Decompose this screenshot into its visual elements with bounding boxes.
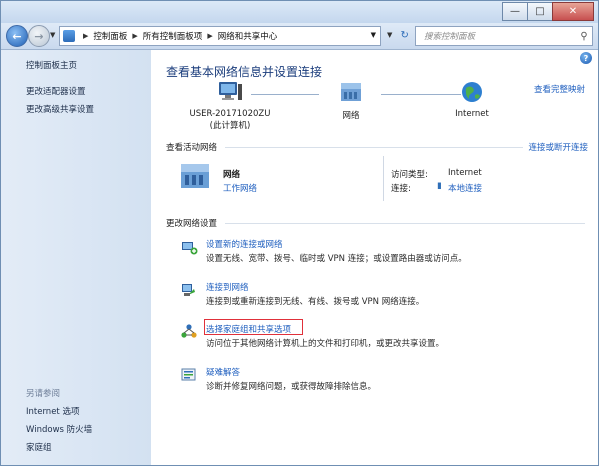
- setup-connection-desc: 设置无线、宽带、拨号、临时或 VPN 连接；或设置路由器或访问点。: [206, 254, 467, 264]
- page-title: 查看基本网络信息并设置连接: [166, 65, 323, 79]
- sidebar-item-home[interactable]: 控制面板主页: [26, 59, 77, 71]
- breadcrumb-item[interactable]: 网络和共享中心: [218, 30, 278, 42]
- network-label: 网络: [342, 111, 360, 121]
- homegroup-sharing-desc: 访问位于其他网络计算机上的文件和打印机，或更改共享设置。: [206, 339, 445, 349]
- troubleshoot-icon: [181, 368, 196, 381]
- computer-icon: [219, 82, 242, 100]
- breadcrumb-item[interactable]: 控制面板: [93, 30, 127, 42]
- maximize-button[interactable]: □: [527, 2, 553, 21]
- title-bar: — □ ✕: [1, 1, 598, 23]
- connections-label: 连接:: [391, 184, 411, 194]
- connect-network-desc: 连接到或重新连接到无线、有线、拨号或 VPN 网络连接。: [206, 297, 425, 307]
- map-node-internet[interactable]: Internet: [447, 80, 497, 119]
- section-divider: [225, 223, 585, 224]
- see-also-heading: 另请参阅: [26, 389, 61, 399]
- arrow-right-icon: →: [34, 29, 44, 43]
- network-type-link[interactable]: 工作网络: [223, 182, 257, 194]
- sidebar: 控制面板主页 更改适配器设置 更改高级共享设置 另请参阅 Internet 选项…: [1, 50, 151, 465]
- window: — □ ✕ ← → ▼ ▶ 控制面板 ▶ 所有控制面板项 ▶ 网络和共享中心 ▼…: [0, 0, 599, 466]
- internet-label: Internet: [455, 109, 489, 119]
- close-button[interactable]: ✕: [552, 2, 594, 21]
- setup-connection-link[interactable]: 设置新的连接或网络: [206, 238, 283, 250]
- network-icon: [341, 83, 361, 101]
- address-history-icon[interactable]: ▼: [387, 31, 392, 39]
- help-icon[interactable]: ?: [580, 52, 592, 64]
- refresh-icon[interactable]: ↻: [401, 30, 409, 41]
- search-box[interactable]: 搜索控制面板 ⚲: [415, 26, 593, 46]
- connection-line: [251, 94, 319, 95]
- window-controls: — □ ✕: [502, 2, 594, 21]
- arrow-left-icon: ←: [12, 29, 22, 43]
- homegroup-icon: [181, 324, 197, 338]
- sidebar-item-windows-firewall[interactable]: Windows 防火墙: [26, 423, 92, 435]
- vertical-divider: [383, 156, 384, 201]
- new-connection-icon: [182, 242, 198, 255]
- chevron-right-icon[interactable]: ▶: [132, 32, 137, 40]
- control-panel-icon: [63, 30, 75, 42]
- computer-sub: (此计算机): [209, 121, 251, 131]
- sidebar-item-internet-options[interactable]: Internet 选项: [26, 405, 79, 417]
- chevron-right-icon[interactable]: ▶: [83, 32, 88, 40]
- map-node-network[interactable]: 网络: [331, 80, 371, 121]
- sidebar-item-advanced-sharing[interactable]: 更改高级共享设置: [26, 103, 94, 115]
- sidebar-item-homegroup[interactable]: 家庭组: [26, 441, 52, 453]
- network-building-icon[interactable]: [179, 160, 213, 190]
- local-connection-link[interactable]: 本地连接: [448, 182, 482, 194]
- sidebar-item-adapter-settings[interactable]: 更改适配器设置: [26, 85, 86, 97]
- history-dropdown-icon[interactable]: ▼: [50, 31, 55, 39]
- search-input[interactable]: 搜索控制面板: [424, 30, 576, 42]
- troubleshoot-link[interactable]: 疑难解答: [206, 366, 240, 378]
- map-node-computer[interactable]: USER-20171020ZU (此计算机): [185, 80, 275, 131]
- connect-network-icon: [182, 284, 195, 296]
- access-type-label: 访问类型:: [391, 170, 428, 180]
- refresh-controls: ▼ ↻: [383, 26, 413, 44]
- back-button[interactable]: ←: [6, 25, 28, 47]
- highlight-box: [204, 319, 303, 335]
- chevron-right-icon[interactable]: ▶: [207, 32, 212, 40]
- computer-name: USER-20171020ZU: [189, 109, 271, 119]
- change-settings-heading: 更改网络设置: [166, 219, 218, 229]
- access-type-value: Internet: [448, 168, 482, 178]
- navigation-bar: ← → ▼ ▶ 控制面板 ▶ 所有控制面板项 ▶ 网络和共享中心 ▼ ▼ ↻ 搜…: [1, 23, 598, 50]
- address-dropdown-icon[interactable]: ▼: [371, 31, 376, 39]
- ethernet-icon: ▮: [437, 181, 442, 191]
- forward-button[interactable]: →: [28, 25, 50, 47]
- minimize-button[interactable]: —: [502, 2, 528, 21]
- active-network-name: 网络: [223, 170, 241, 180]
- connect-network-link[interactable]: 连接到网络: [206, 281, 249, 293]
- section-divider: [225, 147, 523, 148]
- active-networks-heading: 查看活动网络: [166, 143, 218, 153]
- breadcrumb-item[interactable]: 所有控制面板项: [143, 30, 203, 42]
- globe-icon: [462, 82, 482, 102]
- connect-disconnect-link[interactable]: 连接或断开连接: [528, 141, 588, 153]
- troubleshoot-desc: 诊断并修复网络问题，或获得故障排除信息。: [206, 382, 377, 392]
- view-full-map-link[interactable]: 查看完整映射: [534, 83, 585, 95]
- address-bar[interactable]: ▶ 控制面板 ▶ 所有控制面板项 ▶ 网络和共享中心 ▼: [59, 26, 381, 46]
- search-icon[interactable]: ⚲: [576, 31, 592, 42]
- main-content: ? 查看基本网络信息并设置连接 查看完整映射 USER-20171020ZU (…: [151, 50, 598, 465]
